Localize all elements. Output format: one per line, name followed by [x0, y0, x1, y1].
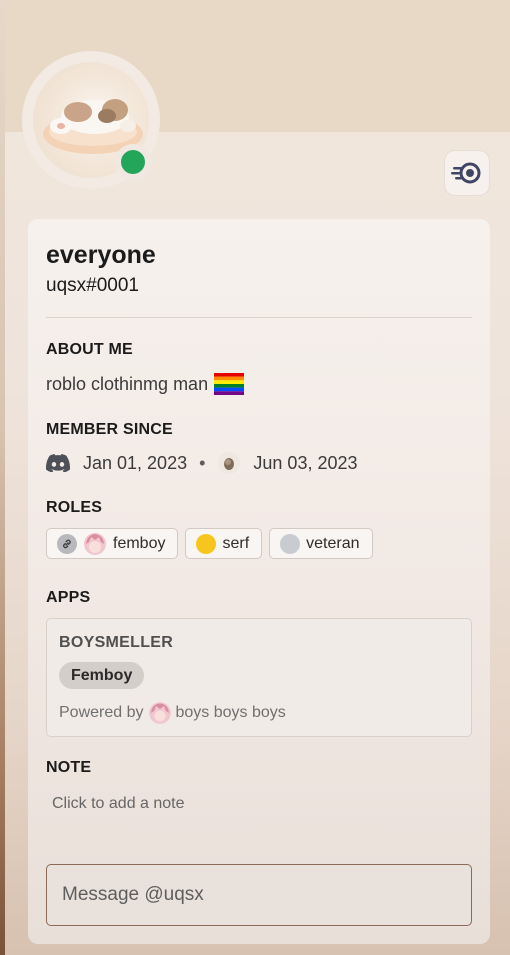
discord-join-date: Jan 01, 2023 — [83, 452, 188, 473]
powered-by-label: Powered by — [59, 704, 144, 721]
username-tag[interactable]: uqsx#0001 — [46, 275, 139, 297]
role-pill-serf[interactable]: serf — [185, 528, 263, 559]
server-icon[interactable] — [217, 451, 241, 475]
server-join-date: Jun 03, 2023 — [253, 452, 358, 473]
message-input[interactable]: Message @uqsx — [46, 864, 472, 926]
divider — [46, 317, 472, 318]
nitro-icon — [451, 162, 481, 184]
pride-flag-icon — [214, 373, 245, 395]
app-name: BOYSMELLER — [59, 634, 174, 651]
about-me-bio: roblo clothinmg man — [46, 373, 209, 394]
app-avatar[interactable] — [148, 702, 171, 724]
about-me-heading: ABOUT ME — [46, 341, 133, 358]
role-color-dot — [280, 533, 301, 554]
window-edge — [0, 0, 5, 955]
app-avatar-image — [148, 702, 171, 724]
member-since-heading: MEMBER SINCE — [46, 421, 173, 438]
apps-heading: APPS — [46, 589, 91, 606]
member-since-row: Jan 01, 2023 • Jun 03, 2023 — [46, 451, 358, 475]
role-pill-veteran[interactable]: veteran — [269, 528, 373, 559]
role-label: serf — [222, 534, 250, 552]
role-pill-femboy[interactable]: femboy — [46, 528, 179, 559]
link-icon — [63, 539, 71, 548]
roles-heading: ROLES — [46, 499, 103, 516]
note-heading: NOTE — [46, 759, 92, 776]
role-color-dot — [196, 533, 217, 554]
online-status-indicator — [121, 150, 145, 174]
profile-card — [28, 219, 490, 944]
roles-list: femboy serf veteran — [46, 528, 373, 559]
app-card: BOYSMELLER Femboy Powered by boys boys b… — [46, 618, 472, 737]
discord-icon — [46, 454, 70, 472]
role-color-dot — [57, 533, 77, 554]
date-separator: • — [199, 452, 206, 473]
powered-by-name[interactable]: boys boys boys — [176, 704, 286, 722]
display-name: everyone — [46, 241, 156, 269]
about-me-text: roblo clothinmg man — [46, 373, 245, 395]
powered-by-row: Powered by boys boys boys — [59, 702, 286, 724]
app-badge: Femboy — [59, 662, 145, 689]
role-icon-anime — [84, 532, 106, 555]
role-label: veteran — [306, 534, 360, 552]
note-input[interactable]: Click to add a note — [52, 795, 185, 813]
nitro-badge-button[interactable] — [445, 151, 489, 195]
role-label: femboy — [113, 534, 166, 552]
